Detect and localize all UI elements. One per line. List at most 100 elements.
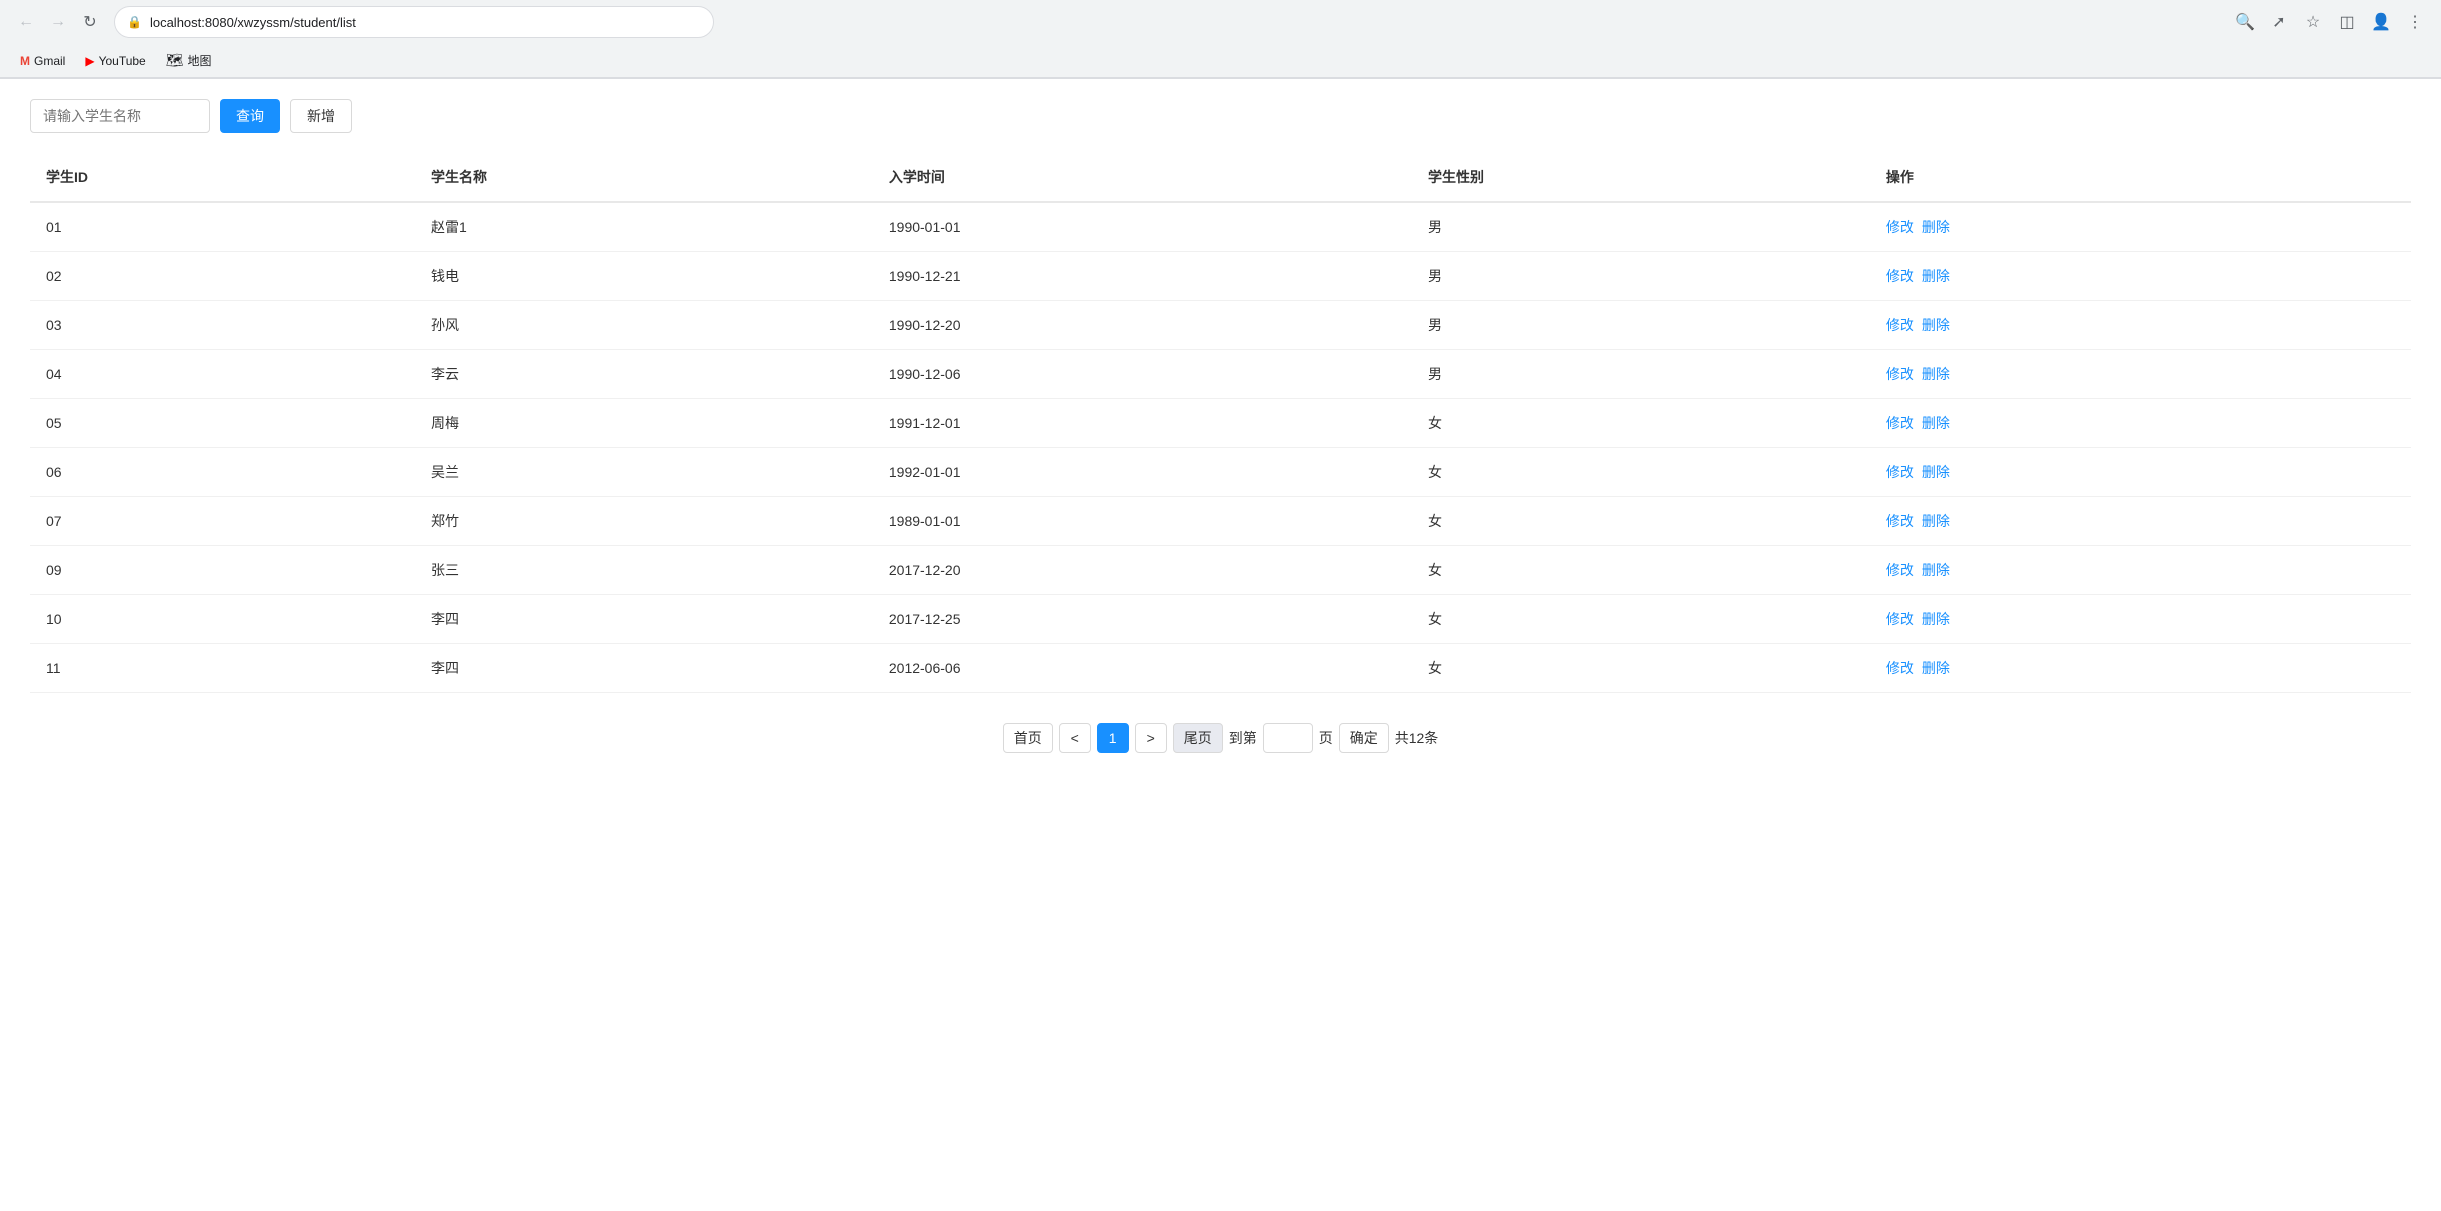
goto-prefix: 到第 (1229, 728, 1257, 748)
delete-link[interactable]: 删除 (1922, 415, 1950, 431)
cell-id: 10 (30, 595, 415, 644)
forward-button[interactable]: → (44, 8, 72, 36)
edit-link[interactable]: 修改 (1886, 562, 1914, 578)
cell-id: 01 (30, 202, 415, 252)
cell-date: 2017-12-20 (873, 546, 1412, 595)
nav-buttons: ← → ↻ (12, 8, 104, 36)
bookmark-map[interactable]: 🗺 地图 (158, 48, 220, 73)
cell-action: 修改删除 (1870, 252, 2411, 301)
cell-action: 修改删除 (1870, 399, 2411, 448)
profile-button[interactable]: 👤 (2367, 8, 2395, 36)
cell-gender: 男 (1412, 252, 1870, 301)
delete-link[interactable]: 删除 (1922, 660, 1950, 676)
address-bar[interactable]: 🔒 localhost:8080/xwzyssm/student/list (114, 6, 714, 38)
delete-link[interactable]: 删除 (1922, 317, 1950, 333)
cell-name: 李四 (415, 644, 873, 693)
edit-link[interactable]: 修改 (1886, 513, 1914, 529)
cell-action: 修改删除 (1870, 301, 2411, 350)
bookmark-button[interactable]: ☆ (2299, 8, 2327, 36)
delete-link[interactable]: 删除 (1922, 513, 1950, 529)
edit-link[interactable]: 修改 (1886, 366, 1914, 382)
query-button[interactable]: 查询 (220, 99, 280, 133)
cell-action: 修改删除 (1870, 595, 2411, 644)
browser-chrome: ← → ↻ 🔒 localhost:8080/xwzyssm/student/l… (0, 0, 2441, 79)
cell-gender: 女 (1412, 448, 1870, 497)
share-button[interactable]: ➚ (2265, 8, 2293, 36)
table-row: 01赵雷11990-01-01男修改删除 (30, 202, 2411, 252)
prev-page-button[interactable]: < (1059, 723, 1091, 753)
table-row: 05周梅1991-12-01女修改删除 (30, 399, 2411, 448)
table-row: 09张三2017-12-20女修改删除 (30, 546, 2411, 595)
map-icon: 🗺 (166, 52, 184, 69)
delete-link[interactable]: 删除 (1922, 464, 1950, 480)
first-page-button[interactable]: 首页 (1003, 723, 1053, 753)
last-page-button[interactable]: 尾页 (1173, 723, 1223, 753)
total-count: 共12条 (1395, 728, 1439, 748)
goto-page-input[interactable] (1263, 723, 1313, 753)
search-input[interactable] (30, 99, 210, 133)
bookmark-map-label: 地图 (188, 52, 212, 69)
goto-suffix: 页 (1319, 728, 1333, 748)
table-row: 10李四2017-12-25女修改删除 (30, 595, 2411, 644)
cell-date: 2017-12-25 (873, 595, 1412, 644)
bookmark-gmail-label: Gmail (34, 54, 65, 68)
delete-link[interactable]: 删除 (1922, 268, 1950, 284)
cell-action: 修改删除 (1870, 350, 2411, 399)
edit-link[interactable]: 修改 (1886, 317, 1914, 333)
bookmark-gmail[interactable]: M Gmail (12, 50, 73, 72)
cell-name: 钱电 (415, 252, 873, 301)
cell-id: 04 (30, 350, 415, 399)
search-browser-button[interactable]: 🔍 (2231, 8, 2259, 36)
bookmarks-bar: M Gmail ▶ YouTube 🗺 地图 (0, 44, 2441, 78)
table-header-row: 学生ID 学生名称 入学时间 学生性别 操作 (30, 153, 2411, 202)
table-row: 07郑竹1989-01-01女修改删除 (30, 497, 2411, 546)
cell-gender: 男 (1412, 202, 1870, 252)
lock-icon: 🔒 (127, 15, 142, 29)
url-text: localhost:8080/xwzyssm/student/list (150, 15, 356, 30)
cell-id: 09 (30, 546, 415, 595)
cell-gender: 女 (1412, 644, 1870, 693)
reload-button[interactable]: ↻ (76, 8, 104, 36)
cell-date: 1989-01-01 (873, 497, 1412, 546)
edit-link[interactable]: 修改 (1886, 219, 1914, 235)
browser-actions: 🔍 ➚ ☆ ◫ 👤 ⋮ (2231, 8, 2429, 36)
col-header-action: 操作 (1870, 153, 2411, 202)
delete-link[interactable]: 删除 (1922, 562, 1950, 578)
pagination: 首页 < 1 > 尾页 到第 页 确定 共12条 (30, 723, 2411, 773)
cell-name: 李云 (415, 350, 873, 399)
next-page-button[interactable]: > (1135, 723, 1167, 753)
delete-link[interactable]: 删除 (1922, 219, 1950, 235)
back-button[interactable]: ← (12, 8, 40, 36)
cell-name: 郑竹 (415, 497, 873, 546)
page-1-button[interactable]: 1 (1097, 723, 1129, 753)
cell-date: 1992-01-01 (873, 448, 1412, 497)
cell-date: 1990-12-21 (873, 252, 1412, 301)
cell-gender: 女 (1412, 497, 1870, 546)
page-content: 查询 新增 学生ID 学生名称 入学时间 学生性别 操作 01赵雷11990-0… (0, 79, 2441, 793)
cell-gender: 女 (1412, 595, 1870, 644)
cell-name: 赵雷1 (415, 202, 873, 252)
table-row: 02钱电1990-12-21男修改删除 (30, 252, 2411, 301)
edit-link[interactable]: 修改 (1886, 415, 1914, 431)
cell-gender: 男 (1412, 350, 1870, 399)
cell-date: 1991-12-01 (873, 399, 1412, 448)
bookmark-youtube[interactable]: ▶ YouTube (77, 50, 153, 72)
edit-link[interactable]: 修改 (1886, 268, 1914, 284)
table-row: 04李云1990-12-06男修改删除 (30, 350, 2411, 399)
cell-action: 修改删除 (1870, 644, 2411, 693)
menu-button[interactable]: ⋮ (2401, 8, 2429, 36)
cell-name: 孙风 (415, 301, 873, 350)
add-button[interactable]: 新增 (290, 99, 352, 133)
edit-link[interactable]: 修改 (1886, 660, 1914, 676)
cell-name: 李四 (415, 595, 873, 644)
split-screen-button[interactable]: ◫ (2333, 8, 2361, 36)
cell-gender: 女 (1412, 399, 1870, 448)
edit-link[interactable]: 修改 (1886, 464, 1914, 480)
delete-link[interactable]: 删除 (1922, 611, 1950, 627)
cell-id: 07 (30, 497, 415, 546)
goto-confirm-button[interactable]: 确定 (1339, 723, 1389, 753)
youtube-icon: ▶ (85, 54, 94, 68)
edit-link[interactable]: 修改 (1886, 611, 1914, 627)
delete-link[interactable]: 删除 (1922, 366, 1950, 382)
student-table: 学生ID 学生名称 入学时间 学生性别 操作 01赵雷11990-01-01男修… (30, 153, 2411, 693)
